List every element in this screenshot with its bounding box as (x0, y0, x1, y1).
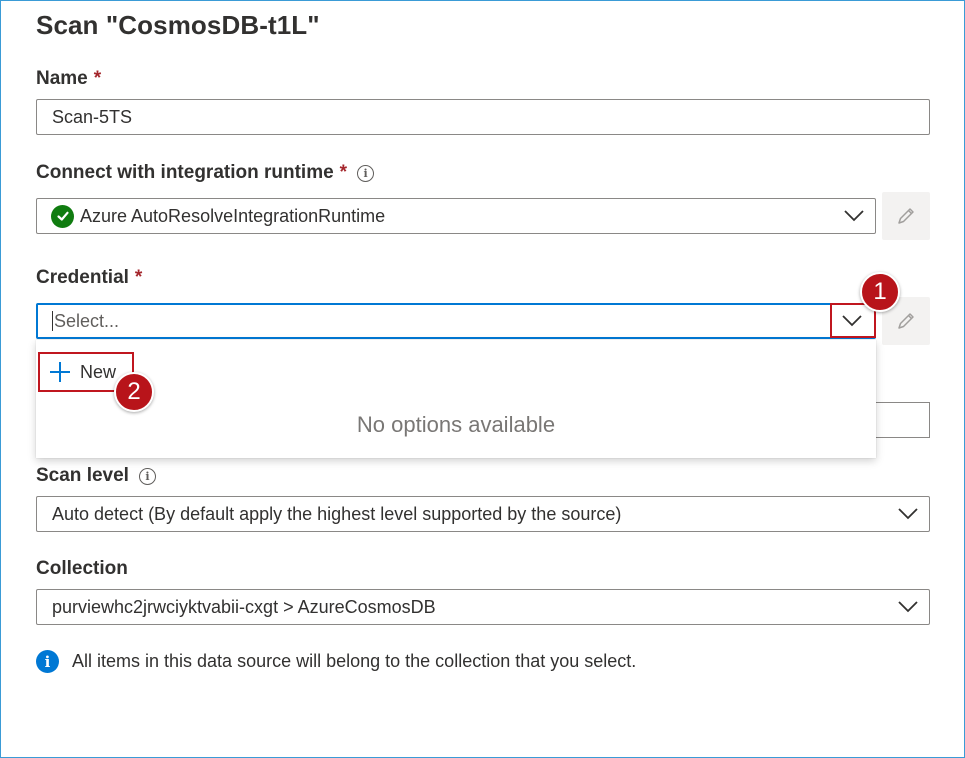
new-credential-label: New (80, 361, 117, 382)
no-options-text: No options available (356, 412, 556, 437)
pencil-icon (898, 208, 914, 224)
name-input[interactable]: Scan-5TS (36, 99, 930, 135)
chevron-down-icon[interactable] (897, 600, 919, 614)
step-1-badge: 1 (860, 272, 900, 312)
hidden-input-edge (876, 402, 930, 438)
name-label: Name * (36, 68, 101, 90)
info-icon[interactable]: i (357, 164, 375, 182)
text-caret (52, 311, 53, 331)
collection-note-text: All items in this data source will belon… (72, 651, 637, 671)
credential-label: Credential * (36, 267, 142, 289)
credential-label-text: Credential (36, 267, 129, 288)
runtime-label: Connect with integration runtime * i (36, 162, 375, 184)
scan-level-label: Scan level i (36, 465, 156, 487)
credential-select[interactable]: Select... (36, 303, 876, 339)
collection-select[interactable]: purviewhc2jrwciyktvabii-cxgt > AzureCosm… (36, 589, 930, 625)
check-circle-icon (51, 204, 74, 228)
required-marker: * (134, 267, 143, 288)
scan-level-value: Auto detect (By default apply the highes… (52, 503, 622, 524)
collection-note: i All items in this data source will bel… (36, 650, 636, 673)
collection-label-text: Collection (36, 558, 128, 579)
required-marker: * (93, 68, 102, 89)
chevron-down-icon[interactable] (897, 507, 919, 521)
credential-dropdown: New No options available (36, 340, 876, 458)
runtime-select[interactable]: Azure AutoResolveIntegrationRuntime (36, 198, 876, 234)
plus-icon (50, 362, 70, 382)
info-filled-icon: i (36, 650, 59, 673)
required-marker: * (339, 162, 348, 183)
collection-label: Collection (36, 558, 128, 580)
page-title: Scan "CosmosDB-t1L" (36, 10, 320, 40)
scan-level-label-text: Scan level (36, 465, 129, 486)
edit-runtime-button[interactable] (882, 192, 930, 240)
runtime-select-value: Azure AutoResolveIntegrationRuntime (80, 205, 386, 226)
credential-placeholder: Select... (54, 310, 120, 331)
pencil-icon (898, 313, 914, 329)
chevron-down-icon[interactable] (843, 209, 865, 223)
scan-level-select[interactable]: Auto detect (By default apply the highes… (36, 496, 930, 532)
collection-value: purviewhc2jrwciyktvabii-cxgt > AzureCosm… (52, 596, 436, 617)
step-2-badge: 2 (114, 372, 154, 412)
info-icon[interactable]: i (138, 467, 156, 485)
name-input-value: Scan-5TS (52, 106, 133, 127)
name-label-text: Name (36, 68, 88, 89)
runtime-label-text: Connect with integration runtime (36, 162, 334, 183)
